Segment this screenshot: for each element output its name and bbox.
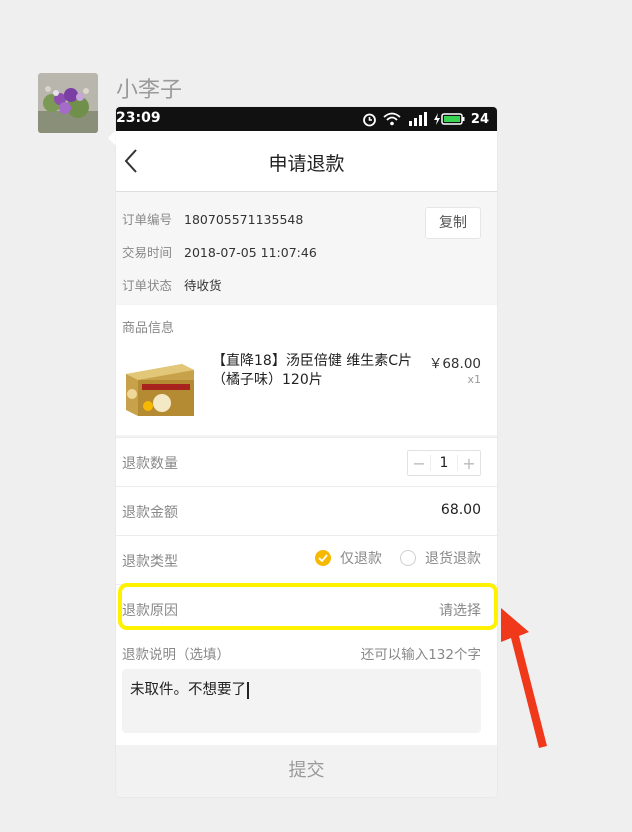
order-number-value: 180705571135548 xyxy=(184,212,304,227)
product-image[interactable] xyxy=(124,360,196,418)
order-time-label: 交易时间 xyxy=(122,245,173,260)
product-name[interactable]: 【直降18】汤臣倍健 维生素C片（橘子味）120片 xyxy=(212,352,417,390)
radio-circle-icon xyxy=(400,550,416,566)
text-caret xyxy=(247,681,249,699)
refund-type-options: 仅退款 退货退款 xyxy=(297,548,481,568)
wifi-icon xyxy=(383,112,401,126)
checkmark-icon xyxy=(315,550,331,566)
order-time-value: 2018-07-05 11:07:46 xyxy=(184,245,317,260)
refund-type-label: 退款类型 xyxy=(122,554,178,570)
nav-bar: 申请退款 xyxy=(116,131,497,192)
radio-refund-only-label: 仅退款 xyxy=(340,551,382,567)
radio-return-refund-label: 退货退款 xyxy=(425,551,481,567)
quantity-stepper[interactable]: − 1 + xyxy=(407,450,481,476)
refund-note-text: 未取件。不想要了 xyxy=(130,682,246,698)
refund-quantity-label: 退款数量 xyxy=(122,456,178,472)
refund-type-row: 退款类型 仅退款 退货退款 xyxy=(116,535,497,584)
order-time-row: 交易时间 2018-07-05 11:07:46 xyxy=(122,242,317,261)
refund-quantity-row: 退款数量 − 1 + xyxy=(116,437,497,486)
copy-button[interactable]: 复制 xyxy=(425,207,481,239)
goods-section-title: 商品信息 xyxy=(122,321,175,336)
phone-screenshot[interactable]: 23:09 24 申请退款 订单编号 180705571135548 交易时间 … xyxy=(116,107,497,797)
reason-highlight-box xyxy=(118,583,498,630)
alarm-icon xyxy=(363,113,376,126)
quantity-value[interactable]: 1 xyxy=(430,455,458,471)
refund-amount-value: 68.00 xyxy=(440,502,481,518)
product-quantity: x1 xyxy=(467,373,481,386)
submit-button[interactable]: 提交 xyxy=(116,745,497,797)
goods-section: 商品信息 【直降18】汤臣倍健 维生素C片（橘子味）120片 ￥68.00 x1 xyxy=(116,305,497,435)
order-status-value: 待收货 xyxy=(184,278,222,293)
bubble-tail xyxy=(108,130,116,146)
chat-username: 小李子 xyxy=(116,78,183,103)
status-time: 23:09 xyxy=(116,110,161,126)
battery-icon xyxy=(433,113,465,125)
refund-note-counter: 还可以输入132个字 xyxy=(360,647,481,663)
refund-note-label: 退款说明（选填） xyxy=(122,647,230,663)
status-icons: 24 xyxy=(362,109,489,129)
signal-icon xyxy=(408,112,427,126)
red-arrow-annotation xyxy=(501,608,547,748)
order-number-row: 订单编号 180705571135548 xyxy=(122,209,303,228)
avatar[interactable] xyxy=(38,73,98,133)
radio-refund-only[interactable]: 仅退款 xyxy=(315,548,382,568)
plus-icon[interactable]: + xyxy=(458,454,480,473)
radio-return-refund[interactable]: 退货退款 xyxy=(400,548,481,568)
refund-note-section: 退款说明（选填） 还可以输入132个字 未取件。不想要了 xyxy=(116,633,497,745)
refund-note-input[interactable]: 未取件。不想要了 xyxy=(122,669,481,733)
product-price: ￥68.00 xyxy=(428,356,481,372)
page-title: 申请退款 xyxy=(268,153,345,175)
battery-level: 24 xyxy=(470,111,489,127)
order-status-label: 订单状态 xyxy=(122,278,173,293)
refund-amount-row: 退款金额 68.00 xyxy=(116,486,497,535)
minus-icon[interactable]: − xyxy=(408,454,430,473)
status-bar: 23:09 24 xyxy=(116,107,497,131)
order-number-label: 订单编号 xyxy=(122,212,173,227)
refund-amount-label: 退款金额 xyxy=(122,505,178,521)
order-status-row: 订单状态 待收货 xyxy=(122,275,222,294)
